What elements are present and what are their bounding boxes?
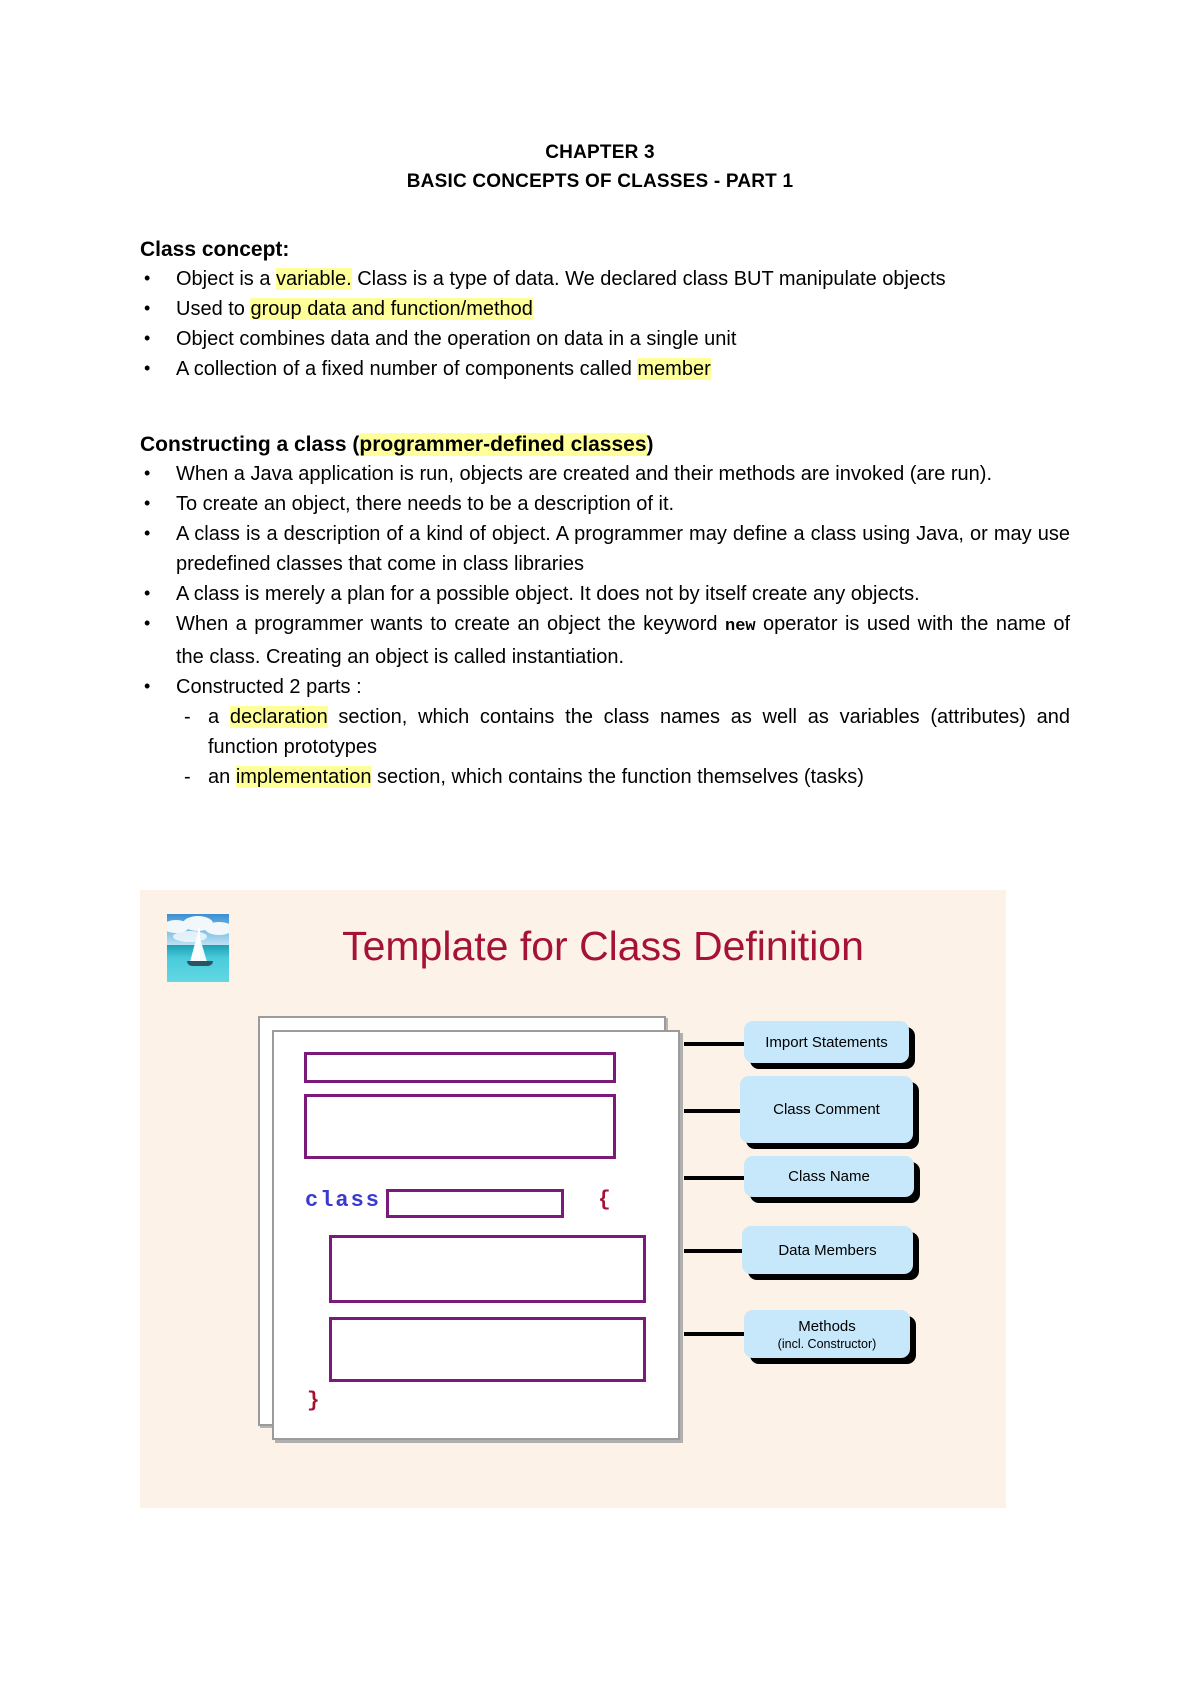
bullet-text-highlight: member (637, 358, 711, 380)
methods-placeholder-box (329, 1317, 646, 1382)
callout-import-statements[interactable]: Import Statements (744, 1021, 909, 1063)
list-item: A class is merely a plan for a possible … (140, 578, 1070, 609)
connector-line-data (684, 1249, 744, 1253)
class-comment-placeholder-box (304, 1094, 616, 1159)
heading-text-pre: Constructing a class ( (140, 433, 360, 456)
bullet-text-pre: A collection of a fixed number of compon… (176, 358, 638, 380)
callout-label: Class Comment (773, 1101, 880, 1118)
sub-text-highlight: implementation (235, 766, 372, 788)
sub-text-post: section, which contains the class names … (208, 706, 1071, 758)
sub-list-item: an implementation section, which contain… (178, 762, 1070, 792)
document-title-line-2: BASIC CONCEPTS OF CLASSES - PART 1 (406, 171, 794, 192)
list-item-new-keyword: When a programmer wants to create an obj… (140, 608, 1070, 672)
bullet-text-pre: Object is a (176, 268, 277, 290)
callout-label: Data Members (778, 1241, 877, 1259)
list-item: A class is a description of a kind of ob… (140, 518, 1070, 579)
constructed-parts-sub-list: a declaration section, which contains th… (178, 702, 1070, 792)
connector-line-import (684, 1042, 746, 1046)
list-item: A collection of a fixed number of compon… (140, 353, 1070, 384)
bullet-text-pre: Used to (176, 298, 251, 320)
callout-class-comment[interactable]: Class Comment (740, 1076, 913, 1143)
sub-text-pre: a (208, 706, 230, 728)
list-item: Object combines data and the operation o… (140, 323, 1070, 354)
callout-label: Class Name (788, 1168, 870, 1185)
list-item-constructed-parts: Constructed 2 parts : (140, 671, 1070, 702)
bullet-text-pre: Object combines data and the operation o… (176, 328, 737, 350)
callout-label: Methods (798, 1317, 856, 1335)
list-item: To create an object, there needs to be a… (140, 488, 1070, 519)
heading-text-highlight: programmer-defined classes (359, 433, 647, 456)
sub-text-pre: an (208, 766, 236, 788)
java-keyword-new: new (725, 617, 756, 636)
heading-text-post: ) (646, 433, 654, 456)
constructing-bullet-list: When a Java application is run, objects … (140, 458, 1070, 702)
callout-sublabel: (incl. Constructor) (777, 1336, 877, 1351)
open-brace: { (598, 1189, 611, 1212)
sub-text-highlight: declaration (229, 706, 328, 728)
list-item: When a Java application is run, objects … (140, 458, 1070, 489)
bullet-text-pre: When a programmer wants to create an obj… (176, 613, 725, 635)
connector-line-methods (684, 1332, 746, 1336)
sub-text-post: section, which contains the function the… (371, 766, 864, 788)
document-title-line-1: CHAPTER 3 (545, 142, 655, 163)
close-brace: } (307, 1390, 320, 1413)
list-item: Object is a variable. Class is a type of… (140, 263, 1070, 294)
slide-title: Template for Class Definition (342, 923, 864, 969)
bullet-text-highlight: group data and function/method (250, 298, 533, 320)
callout-data-members[interactable]: Data Members (742, 1226, 913, 1274)
section-class-concept: Class concept: Object is a variable. Cla… (140, 236, 1070, 384)
constructing-class-heading: Constructing a class (programmer-defined… (140, 431, 1070, 459)
class-concept-heading: Class concept: (140, 238, 290, 261)
slide-diagram-panel: Template for Class Definition class { } … (140, 890, 1006, 1508)
connector-line-name (684, 1176, 748, 1180)
callout-methods[interactable]: Methods (incl. Constructor) (744, 1310, 910, 1358)
callout-label: Import Statements (765, 1033, 888, 1051)
section-constructing-a-class: Constructing a class (programmer-defined… (140, 431, 1070, 792)
data-members-placeholder-box (329, 1235, 646, 1303)
sub-list-item: a declaration section, which contains th… (178, 702, 1070, 762)
class-keyword: class (305, 1188, 382, 1213)
list-item: Used to group data and function/method (140, 293, 1070, 324)
callout-class-name[interactable]: Class Name (744, 1156, 914, 1197)
import-statements-placeholder-box (304, 1052, 616, 1083)
class-template-page-front: class { } (272, 1030, 680, 1440)
class-name-placeholder-box (386, 1189, 564, 1218)
bullet-text-post: Class is a type of data. We declared cla… (351, 268, 946, 290)
bullet-text-highlight: variable. (276, 268, 352, 290)
class-concept-bullet-list: Object is a variable. Class is a type of… (140, 263, 1070, 384)
